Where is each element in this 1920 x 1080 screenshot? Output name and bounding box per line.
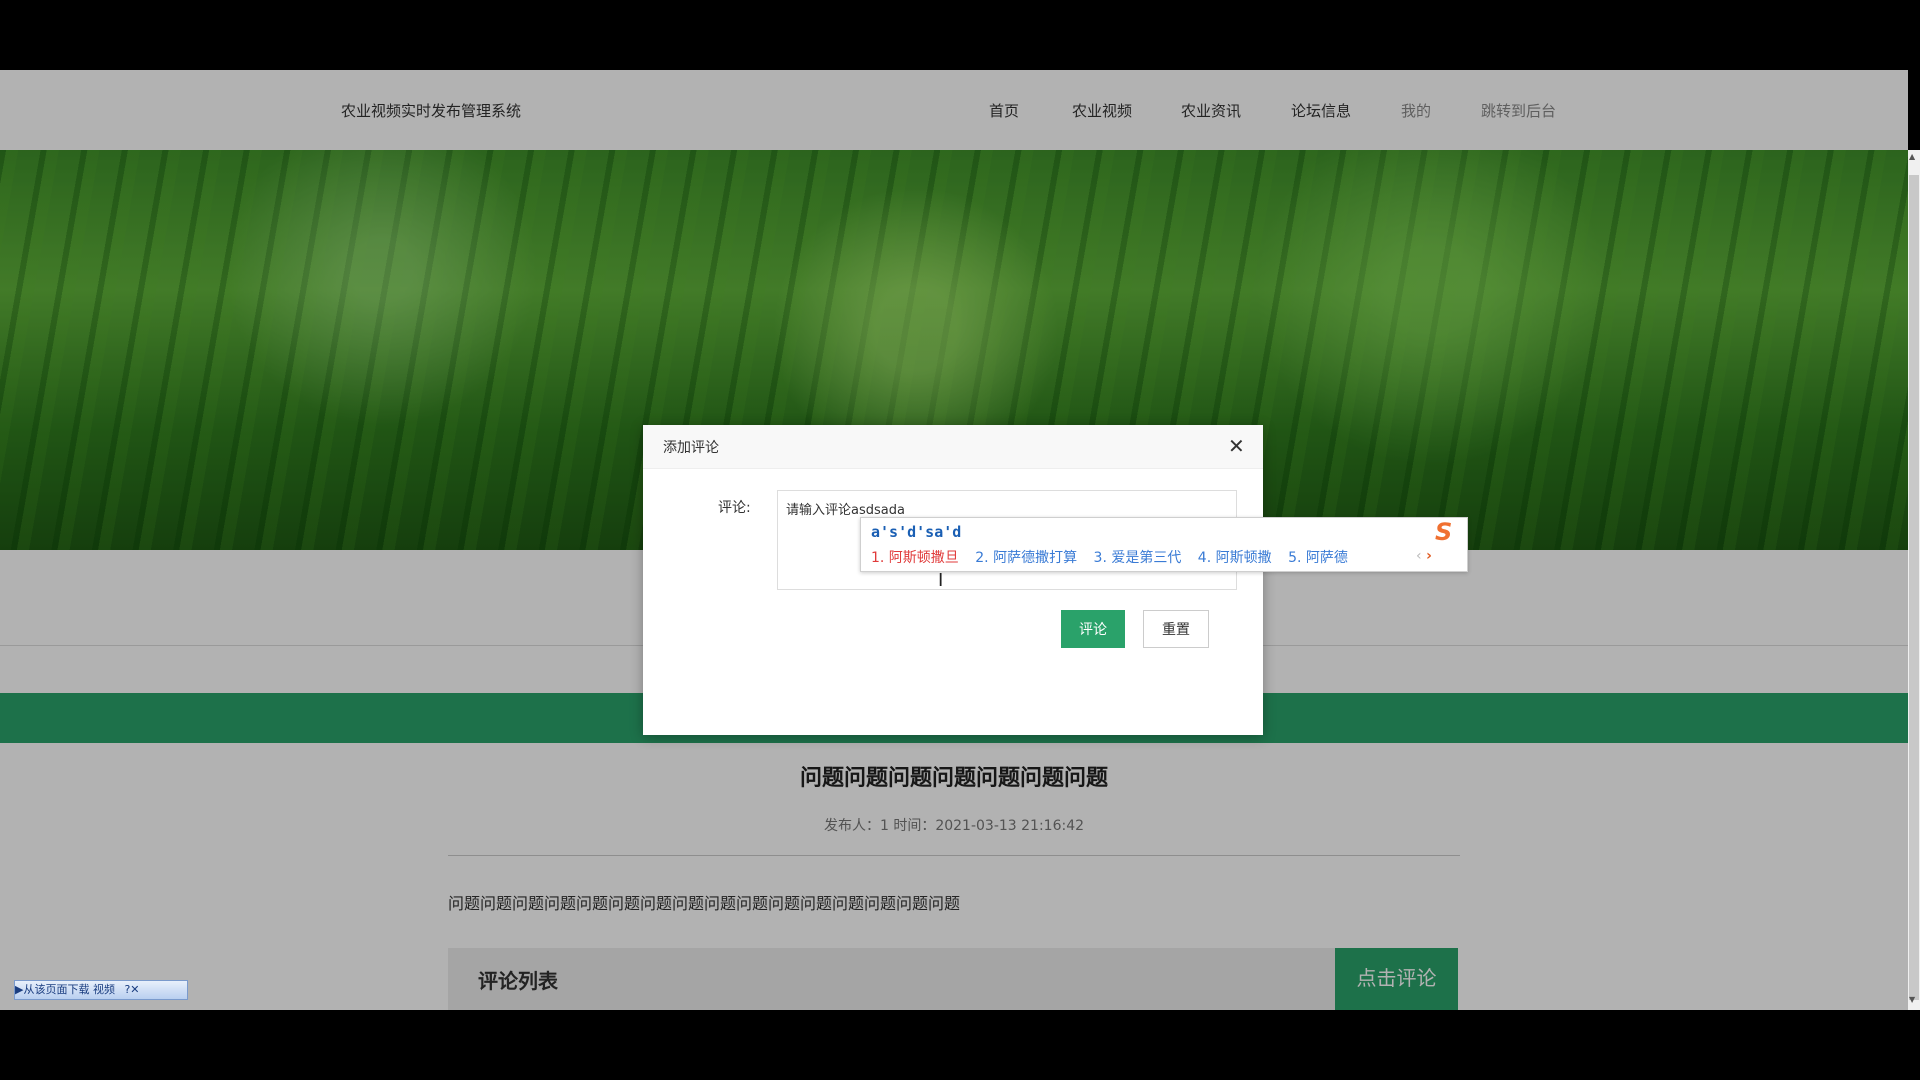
scroll-up-icon[interactable]: ▲ (1909, 152, 1915, 161)
scroll-down-icon[interactable]: ▼ (1909, 995, 1915, 1004)
text-cursor-icon: I (938, 570, 944, 591)
dialog-header: 添加评论 ✕ (643, 425, 1263, 469)
ime-composition: a's'd'sa'd (871, 523, 962, 541)
comment-field-label: 评论: (718, 500, 751, 516)
video-download-widget[interactable]: ▶从该页面下载 视频 ?✕ (14, 980, 188, 1000)
ime-candidate[interactable]: 4. 阿斯顿撒 (1198, 550, 1272, 566)
reset-button[interactable]: 重置 (1143, 610, 1209, 648)
chevron-right-icon[interactable]: › (1426, 548, 1432, 564)
ime-candidate-window: a's'd'sa'd 1. 阿斯顿撒旦 2. 阿萨德撒打算 3. 爱是第三代 4… (860, 517, 1468, 572)
ime-candidate[interactable]: 5. 阿萨德 (1288, 550, 1348, 566)
close-icon[interactable]: ✕ (1228, 434, 1245, 458)
download-label: ▶从该页面下载 视频 (15, 983, 115, 996)
chevron-left-icon[interactable]: ‹ (1416, 548, 1422, 564)
ime-page-arrows: ‹ › (1416, 548, 1432, 564)
scroll-thumb[interactable] (1909, 175, 1919, 1000)
ime-candidate[interactable]: 3. 爱是第三代 (1094, 550, 1182, 566)
submit-comment-button[interactable]: 评论 (1061, 610, 1125, 648)
ime-candidate[interactable]: 2. 阿萨德撒打算 (975, 550, 1077, 566)
dialog-title: 添加评论 (663, 440, 719, 456)
widget-controls[interactable]: ?✕ (124, 983, 139, 996)
sogou-logo-icon: S (1435, 518, 1453, 546)
add-comment-dialog: 添加评论 ✕ 评论: 请输入评论asdsada 评论 重置 (643, 425, 1263, 735)
ime-candidate-list: 1. 阿斯顿撒旦 2. 阿萨德撒打算 3. 爱是第三代 4. 阿斯顿撒 5. 阿… (871, 547, 1360, 567)
ime-candidate[interactable]: 1. 阿斯顿撒旦 (871, 550, 959, 566)
